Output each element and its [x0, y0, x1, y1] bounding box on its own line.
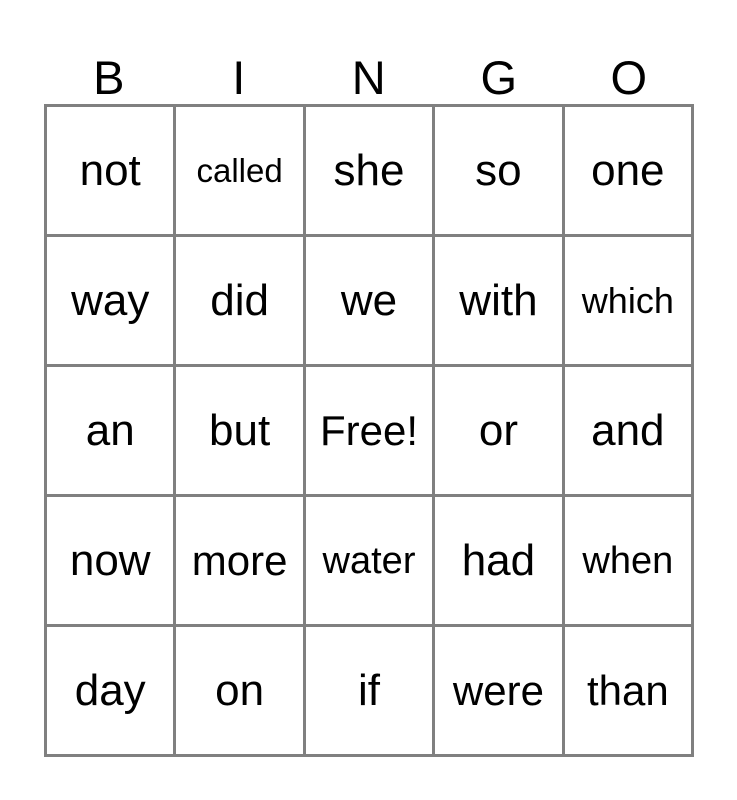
bingo-cell-label: but [209, 405, 271, 455]
bingo-header-letter-i: I [232, 51, 246, 104]
bingo-cell-i4[interactable]: more [176, 497, 306, 627]
bingo-cell-b1[interactable]: not [47, 107, 177, 237]
bingo-row-2: way did we with which [47, 237, 695, 367]
bingo-cell-label: one [591, 145, 665, 195]
bingo-cell-o2[interactable]: which [564, 237, 695, 367]
bingo-cell-n5[interactable]: if [305, 627, 436, 757]
bingo-cell-label: called [196, 151, 283, 189]
bingo-cell-o1[interactable]: one [564, 107, 695, 237]
bingo-card: B I N G O not called she so one way did … [44, 18, 695, 757]
bingo-cell-o5[interactable]: than [564, 627, 695, 757]
bingo-cell-i1[interactable]: called [176, 107, 306, 237]
bingo-row-4: now more water had when [47, 497, 695, 627]
bingo-cell-label: an [85, 405, 135, 455]
bingo-cell-b5[interactable]: day [47, 627, 177, 757]
bingo-row-5: day on if were than [47, 627, 695, 757]
bingo-header-letter-g: G [480, 51, 518, 104]
bingo-cell-label: than [586, 666, 669, 714]
bingo-cell-label: more [191, 536, 288, 584]
bingo-cell-g1[interactable]: so [435, 107, 565, 237]
bingo-cell-g5[interactable]: were [435, 627, 565, 757]
bingo-free-space-label: Free! [320, 406, 419, 454]
bingo-cell-i5[interactable]: on [176, 627, 306, 757]
bingo-cell-label: we [340, 275, 398, 325]
bingo-cell-label: which [581, 279, 674, 321]
bingo-header-letter-b: B [93, 51, 125, 104]
bingo-cell-label: so [475, 145, 522, 195]
bingo-cell-b3[interactable]: an [47, 367, 177, 497]
bingo-cell-label: and [591, 405, 665, 455]
bingo-cell-b4[interactable]: now [47, 497, 177, 627]
bingo-cell-label: water [322, 539, 416, 582]
bingo-cell-n4[interactable]: water [305, 497, 436, 627]
bingo-cell-label: now [69, 535, 151, 585]
bingo-cell-o4[interactable]: when [564, 497, 695, 627]
bingo-cell-label: or [478, 405, 518, 455]
bingo-cell-label: not [79, 145, 141, 195]
bingo-row-1: not called she so one [47, 107, 695, 237]
bingo-cell-n1[interactable]: she [305, 107, 436, 237]
bingo-cell-i2[interactable]: did [176, 237, 306, 367]
bingo-cell-label: with [459, 275, 538, 325]
bingo-header-row: B I N G O [44, 18, 694, 104]
bingo-cell-n2[interactable]: we [305, 237, 436, 367]
bingo-cell-label: she [333, 145, 405, 195]
bingo-cell-i3[interactable]: but [176, 367, 306, 497]
bingo-cell-g2[interactable]: with [435, 237, 565, 367]
bingo-cell-free-space[interactable]: Free! [305, 367, 436, 497]
bingo-header-letter-n: N [351, 51, 387, 104]
bingo-cell-label: if [358, 665, 381, 715]
bingo-row-3: an but Free! or and [47, 367, 695, 497]
bingo-cell-g3[interactable]: or [435, 367, 565, 497]
bingo-cell-label: were [452, 666, 544, 714]
bingo-cell-label: day [74, 665, 146, 715]
bingo-cell-label: on [215, 665, 265, 715]
bingo-grid: not called she so one way did we with wh… [44, 104, 695, 757]
bingo-cell-o3[interactable]: and [564, 367, 695, 497]
bingo-cell-b2[interactable]: way [47, 237, 177, 367]
bingo-cell-g4[interactable]: had [435, 497, 565, 627]
bingo-header-letter-o: O [610, 51, 648, 104]
bingo-cell-label: had [461, 535, 536, 585]
bingo-cell-label: did [210, 275, 269, 325]
bingo-cell-label: way [71, 275, 150, 325]
bingo-cell-label: when [582, 539, 674, 582]
